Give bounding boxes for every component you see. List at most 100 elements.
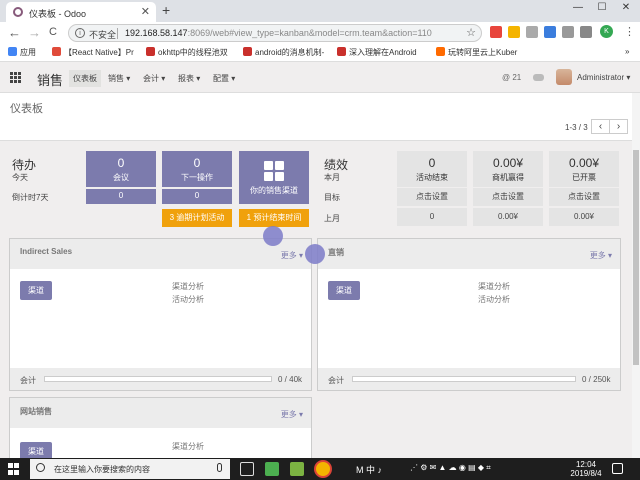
clock-time: 12:04 [575, 460, 597, 469]
notification-icon[interactable] [612, 463, 623, 474]
minimize-button[interactable]: — [566, 2, 590, 13]
search-placeholder: 在这里输入你要搜索的内容 [54, 465, 150, 474]
extension-icon[interactable] [562, 26, 574, 38]
more-dropdown[interactable]: 更多 ▾ [281, 250, 303, 261]
browser-tab[interactable]: 仪表板 - Odoo ✕ [6, 2, 156, 22]
bookmark-item[interactable]: 深入理解在Android [337, 47, 417, 58]
bookmark-label: 玩转阿里云上Kuber [448, 48, 518, 57]
target-label: 目标 [324, 193, 340, 202]
team-card-indirect-sales[interactable]: Indirect Sales 更多 ▾ 渠道 渠道分析 活动分析 会计 0 / … [9, 238, 312, 391]
new-tab-button[interactable]: + [162, 2, 170, 18]
app-icon[interactable] [290, 462, 304, 476]
activity-analysis-link[interactable]: 活动分析 [478, 294, 510, 305]
pager-value[interactable]: 1-3 / 3 [565, 123, 588, 132]
insecure-label: 不安全 [89, 30, 117, 40]
profile-avatar[interactable]: K [600, 25, 613, 38]
menu-reports[interactable]: 报表 ▾ [178, 73, 200, 84]
info-icon[interactable]: i [75, 28, 85, 38]
team-card-website-sales[interactable]: 网站销售 更多 ▾ 渠道 渠道分析 [9, 397, 312, 461]
invoiced-last-month: 0.00¥ [549, 208, 619, 226]
avatar[interactable] [556, 69, 572, 85]
overdue-activities-button[interactable]: 3 逾期计划活动 [162, 209, 232, 227]
bookmark-label: android的消息机制- [255, 48, 325, 57]
pipeline-tile[interactable]: 你的销售渠道 [239, 151, 309, 204]
scrollbar-thumb[interactable] [633, 150, 639, 365]
chat-icon[interactable] [533, 74, 544, 81]
tray-icons[interactable]: ⋰ ⚙ ✉ ▲ ☁ ◉ ▤ ◆ ⌗ [410, 463, 491, 473]
tray-status[interactable]: M 中 ♪ [356, 463, 382, 476]
extension-icon[interactable] [544, 26, 556, 38]
pipeline-label: 你的销售渠道 [250, 186, 298, 195]
won-target-button[interactable]: 点击设置 [473, 188, 543, 206]
windows-taskbar: 在这里输入你要搜索的内容 M 中 ♪ ⋰ ⚙ ✉ ▲ ☁ ◉ ▤ ◆ ⌗ 12:… [0, 458, 640, 480]
this-month-label: 本月 [324, 173, 340, 182]
chrome-icon[interactable] [316, 462, 330, 476]
divider [117, 28, 118, 39]
messages-indicator[interactable]: @ 21 [502, 73, 521, 82]
url-text[interactable]: 192.168.58.147:8069/web#view_type=kanban… [125, 28, 432, 38]
extension-icon[interactable] [526, 26, 538, 38]
control-panel: 仪表板 1-3 / 3 ‹ › [0, 93, 632, 141]
activity-analysis-link[interactable]: 活动分析 [172, 294, 204, 305]
drag-handle[interactable] [263, 226, 283, 246]
maximize-button[interactable]: ☐ [590, 2, 614, 13]
bookmark-item[interactable]: okhttp中的线程池双 [146, 47, 228, 58]
extension-icon[interactable] [508, 26, 520, 38]
menu-accounting[interactable]: 会计 ▾ [143, 73, 165, 84]
bookmark-apps[interactable]: 应用 [8, 47, 36, 58]
invoicing-label: 会计 [20, 376, 36, 385]
pipeline-button[interactable]: 渠道 [20, 281, 52, 300]
more-dropdown[interactable]: 更多 ▾ [590, 250, 612, 261]
reload-button[interactable]: C [49, 26, 57, 38]
extension-icon[interactable] [490, 26, 502, 38]
more-dropdown[interactable]: 更多 ▾ [281, 409, 303, 420]
bookmarks-overflow[interactable]: » [625, 47, 629, 56]
card-footer: 会计 0 / 250k [318, 368, 620, 390]
windows-start-icon[interactable] [8, 463, 20, 475]
back-button[interactable]: ← [8, 25, 21, 40]
microphone-icon[interactable] [217, 463, 222, 472]
bookmark-item[interactable]: 玩转阿里云上Kuber [436, 47, 517, 58]
meetings-tile[interactable]: 0 会议 [86, 151, 156, 187]
invoiced-label: 已开票 [572, 173, 596, 182]
browser-menu-icon[interactable]: ⋮ [624, 25, 635, 38]
pager-next-button[interactable]: › [609, 119, 628, 134]
activities-done-label: 活动结束 [416, 173, 448, 182]
next-actions-week-count[interactable]: 0 [162, 189, 232, 204]
opportunities-won-tile[interactable]: 0.00¥ 商机赢得 [473, 151, 543, 187]
menu-dashboard[interactable]: 仪表板 [69, 70, 101, 87]
drag-handle[interactable] [305, 244, 325, 264]
task-view-icon[interactable] [240, 462, 254, 476]
bookmark-star-icon[interactable]: ☆ [466, 26, 476, 39]
taskbar-search[interactable]: 在这里输入你要搜索的内容 [30, 459, 230, 479]
activities-done-tile[interactable]: 0 活动结束 [397, 151, 467, 187]
bookmark-item[interactable]: 【React Native】Pr [52, 47, 134, 58]
next-actions-label: 下一操作 [181, 173, 213, 182]
forward-button[interactable]: → [28, 25, 41, 40]
meetings-week-count[interactable]: 0 [86, 189, 156, 204]
user-menu[interactable]: Administrator ▾ [577, 73, 630, 82]
extension-icon[interactable] [580, 26, 592, 38]
menu-sales[interactable]: 销售 ▾ [108, 73, 130, 84]
menu-configuration[interactable]: 配置 ▾ [213, 73, 235, 84]
pipeline-analysis-link[interactable]: 渠道分析 [172, 441, 204, 452]
tab-close-icon[interactable]: ✕ [141, 5, 150, 18]
bookmark-item[interactable]: android的消息机制- [243, 47, 324, 58]
opportunities-won-value: 0.00¥ [492, 156, 524, 170]
pipeline-button[interactable]: 渠道 [328, 281, 360, 300]
invoiced-tile[interactable]: 0.00¥ 已开票 [549, 151, 619, 187]
team-card-direct-sales[interactable]: 直销 更多 ▾ 渠道 渠道分析 活动分析 会计 0 / 250k [317, 238, 621, 391]
pager-previous-button[interactable]: ‹ [591, 119, 610, 134]
activities-target-button[interactable]: 点击设置 [397, 188, 467, 206]
overdue-closing-button[interactable]: 1 预计结束时间 [239, 209, 309, 227]
apps-menu-icon[interactable] [10, 72, 21, 83]
address-bar[interactable]: i 不安全 192.168.58.147:8069/web#view_type=… [68, 24, 482, 42]
invoiced-target-button[interactable]: 点击设置 [549, 188, 619, 206]
window-close-button[interactable]: ✕ [614, 2, 638, 13]
taskbar-clock[interactable]: 12:04 2019/8/4 [566, 460, 606, 478]
next-actions-tile[interactable]: 0 下一操作 [162, 151, 232, 187]
pipeline-analysis-link[interactable]: 渠道分析 [478, 281, 510, 292]
app-icon[interactable] [265, 462, 279, 476]
invoicing-progress-bar [352, 376, 576, 382]
pipeline-analysis-link[interactable]: 渠道分析 [172, 281, 204, 292]
